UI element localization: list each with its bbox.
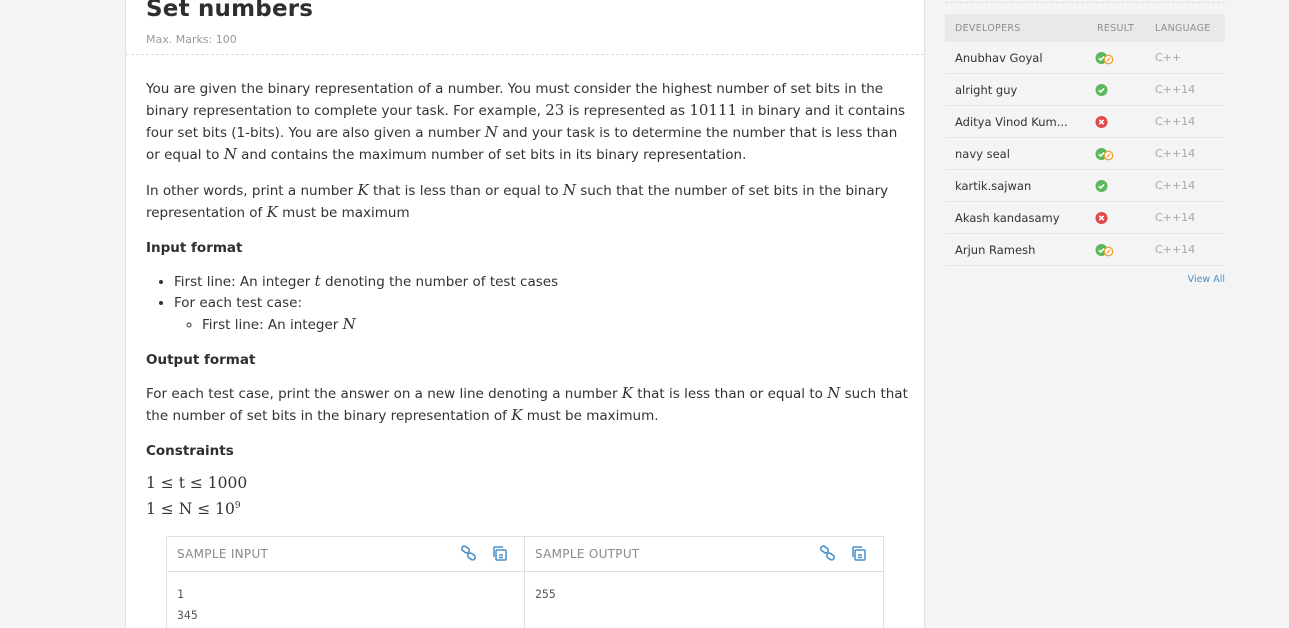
input-format-heading: Input format xyxy=(146,240,243,256)
language: C++14 xyxy=(1155,147,1196,160)
leaderboard-row: Akash kandasamy C++14 xyxy=(945,202,1225,234)
list-item: For each test case: First line: An integ… xyxy=(174,293,908,336)
language: C++14 xyxy=(1155,243,1196,256)
view-all-link[interactable]: View All xyxy=(1188,274,1225,285)
developer-name[interactable]: Akash kandasamy xyxy=(955,211,1060,225)
result-partial-icon xyxy=(1095,51,1115,65)
developer-name[interactable]: kartik.sajwan xyxy=(955,179,1031,193)
constraint-n: 1 ≤ N ≤ 109 xyxy=(146,500,241,519)
leaderboard-row: kartik.sajwan C++14 xyxy=(945,170,1225,202)
sample-output-label: SAMPLE OUTPUT xyxy=(535,547,640,561)
copy-icon[interactable] xyxy=(491,545,508,562)
problem-statement: You are given the binary representation … xyxy=(146,79,908,521)
sample-input-label: SAMPLE INPUT xyxy=(177,547,269,561)
result-header: RESULT xyxy=(1097,23,1135,34)
leaderboard-header: DEVELOPERS RESULT LANGUAGE xyxy=(945,14,1225,42)
copy-icon[interactable] xyxy=(850,545,867,562)
problem-panel: Set numbers Max. Marks: 100 You are give… xyxy=(125,0,925,628)
divider xyxy=(945,2,1225,3)
constraints-heading: Constraints xyxy=(146,443,234,459)
output-format-heading: Output format xyxy=(146,352,256,368)
result-wrong-icon xyxy=(1095,115,1115,129)
max-marks: Max. Marks: 100 xyxy=(146,33,237,46)
link-icon[interactable] xyxy=(819,545,836,562)
sample-input-content[interactable]: 1 345 xyxy=(167,572,524,628)
partial-icon xyxy=(1095,52,1114,65)
leaderboard-row: Aditya Vinod Kum... C++14 xyxy=(945,106,1225,138)
developer-name[interactable]: Arjun Ramesh xyxy=(955,243,1035,257)
language-header: LANGUAGE xyxy=(1155,23,1211,34)
accepted-icon xyxy=(1095,84,1108,96)
list-item: First line: An integer N xyxy=(202,314,908,336)
problem-title: Set numbers xyxy=(146,0,314,22)
language: C++14 xyxy=(1155,179,1196,192)
sample-io: SAMPLE INPUT 1 345 SAMPLE OUTPUT 255 xyxy=(166,536,884,628)
language: C++14 xyxy=(1155,115,1196,128)
accepted-icon xyxy=(1095,180,1108,192)
sample-output-content[interactable]: 255 xyxy=(525,572,883,617)
developer-name[interactable]: Aditya Vinod Kum... xyxy=(955,115,1068,129)
constraints: 1 ≤ t ≤ 1000 1 ≤ N ≤ 109 xyxy=(146,472,908,521)
developer-name[interactable]: alright guy xyxy=(955,83,1017,97)
sample-input-tools xyxy=(460,545,508,562)
link-icon[interactable] xyxy=(460,545,477,562)
sample-input: SAMPLE INPUT 1 345 xyxy=(167,537,525,628)
wrong-icon xyxy=(1095,212,1108,224)
sample-output-header: SAMPLE OUTPUT xyxy=(525,537,883,572)
sample-output: SAMPLE OUTPUT 255 xyxy=(525,537,883,628)
sample-output-tools xyxy=(819,545,867,562)
sample-input-header: SAMPLE INPUT xyxy=(167,537,524,572)
leaderboard-row: navy seal C++14 xyxy=(945,138,1225,170)
developer-name[interactable]: Anubhav Goyal xyxy=(955,51,1043,65)
developer-name[interactable]: navy seal xyxy=(955,147,1010,161)
divider xyxy=(126,54,924,55)
leaderboard-row: Arjun Ramesh C++14 xyxy=(945,234,1225,266)
statement-paragraph-2: In other words, print a number K that is… xyxy=(146,181,889,221)
leaderboard-row: alright guy C++14 xyxy=(945,74,1225,106)
output-format-text: For each test case, print the answer on … xyxy=(146,384,908,424)
result-partial-icon xyxy=(1095,147,1115,161)
result-accepted-icon xyxy=(1095,179,1115,193)
wrong-icon xyxy=(1095,116,1108,128)
partial-icon xyxy=(1095,244,1114,257)
developers-header: DEVELOPERS xyxy=(955,23,1021,34)
partial-icon xyxy=(1095,148,1114,161)
result-accepted-icon xyxy=(1095,83,1115,97)
language: C++14 xyxy=(1155,211,1196,224)
sub-list: First line: An integer N xyxy=(202,314,908,336)
input-format-list: First line: An integer t denoting the nu… xyxy=(174,271,908,336)
leaderboard-row: Anubhav Goyal C++ xyxy=(945,42,1225,74)
result-wrong-icon xyxy=(1095,211,1115,225)
result-partial-icon xyxy=(1095,243,1115,257)
language: C++14 xyxy=(1155,83,1196,96)
statement-paragraph-1: You are given the binary representation … xyxy=(146,81,906,163)
list-item: First line: An integer t denoting the nu… xyxy=(174,271,908,293)
constraint-t: 1 ≤ t ≤ 1000 xyxy=(146,474,248,492)
language: C++ xyxy=(1155,51,1182,64)
